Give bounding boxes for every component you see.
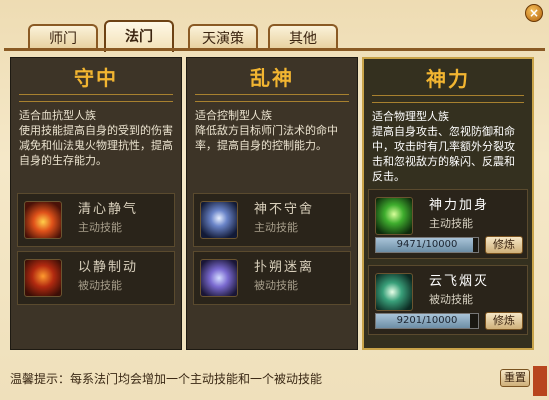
skill-type: 主动技能	[254, 221, 298, 234]
tab-divider	[4, 48, 545, 51]
branch-title-text: 乱神	[250, 66, 294, 90]
fire-aura-icon	[24, 201, 62, 239]
branch-panel-shouzhong[interactable]: 守中 适合血抗型人族 使用技能提高自身的受到的伤害减免和仙法鬼火物理抗性，提高自…	[10, 57, 182, 350]
green-power-icon	[375, 197, 413, 235]
skill-slot[interactable]: 扑朔迷离 被动技能	[193, 251, 351, 305]
skill-name: 以静制动	[78, 260, 139, 275]
skill-type: 主动技能	[78, 221, 122, 234]
title-ornament	[372, 95, 524, 103]
sparkle-figure-icon	[200, 259, 238, 297]
branch-description: 适合物理型人族 提高自身攻击、忽视防御和命中，攻击时有几率额外分裂攻击和忽视敌方…	[372, 110, 515, 183]
skill-name: 云飞烟灭	[429, 274, 490, 289]
branch-panel-shenli[interactable]: 神力 适合物理型人族 提高自身攻击、忽视防御和命中，攻击时有几率额外分裂攻击和忽…	[362, 57, 534, 350]
skill-progress-bar: 9471/10000	[375, 237, 479, 253]
title-ornament	[195, 94, 349, 102]
progress-text: 9471/10000	[396, 239, 458, 250]
branch-panel-luanshen[interactable]: 乱神 适合控制型人族 降低敌方目标师门法术的命中率，提高自身的控制能力。 神不守…	[186, 57, 358, 350]
skill-progress-bar: 9201/10000	[375, 313, 479, 329]
skill-slot[interactable]: 云飞烟灭 被动技能 9201/10000 修炼	[368, 265, 528, 335]
faction-skill-window: × 师门 法门 天演策 其他 守中 适合血抗型人族 使用技能提高自身的受到的伤害…	[0, 0, 549, 400]
tab-tianyance[interactable]: 天演策	[188, 24, 258, 50]
skill-name: 扑朔迷离	[254, 260, 315, 275]
seal-decoration	[533, 366, 547, 396]
skill-slot[interactable]: 清心静气 主动技能	[17, 193, 175, 247]
skill-slot[interactable]: 以静制动 被动技能	[17, 251, 175, 305]
skill-type: 被动技能	[254, 279, 298, 292]
skill-type: 被动技能	[429, 293, 473, 306]
tab-shimen[interactable]: 师门	[28, 24, 98, 50]
skill-name: 神不守舍	[254, 202, 315, 217]
progress-text: 9201/10000	[396, 315, 458, 326]
flame-figure-icon	[24, 259, 62, 297]
reset-button[interactable]: 重置	[500, 369, 530, 387]
close-button[interactable]: ×	[525, 4, 543, 22]
green-sword-icon	[375, 273, 413, 311]
branch-title: 守中	[11, 58, 181, 102]
skill-type: 主动技能	[429, 217, 473, 230]
skill-slot[interactable]: 神力加身 主动技能 9471/10000 修炼	[368, 189, 528, 259]
skill-name: 神力加身	[429, 198, 490, 213]
branch-title-text: 神力	[426, 67, 470, 91]
branch-description: 适合控制型人族 降低敌方目标师门法术的命中率，提高自身的控制能力。	[195, 109, 338, 152]
skill-name: 清心静气	[78, 202, 139, 217]
train-button[interactable]: 修炼	[485, 236, 523, 254]
skill-type: 被动技能	[78, 279, 122, 292]
branch-description: 适合血抗型人族 使用技能提高自身的受到的伤害减免和仙法鬼火物理抗性，提高自身的生…	[19, 109, 173, 167]
footer-tip: 温馨提示：每系法门均会增加一个主动技能和一个被动技能	[10, 372, 323, 386]
ghost-figure-icon	[200, 201, 238, 239]
branch-title-text: 守中	[74, 66, 118, 90]
title-ornament	[19, 94, 173, 102]
skill-slot[interactable]: 神不守舍 主动技能	[193, 193, 351, 247]
train-button[interactable]: 修炼	[485, 312, 523, 330]
branch-title: 神力	[364, 59, 532, 103]
branch-title: 乱神	[187, 58, 357, 102]
tab-other[interactable]: 其他	[268, 24, 338, 50]
